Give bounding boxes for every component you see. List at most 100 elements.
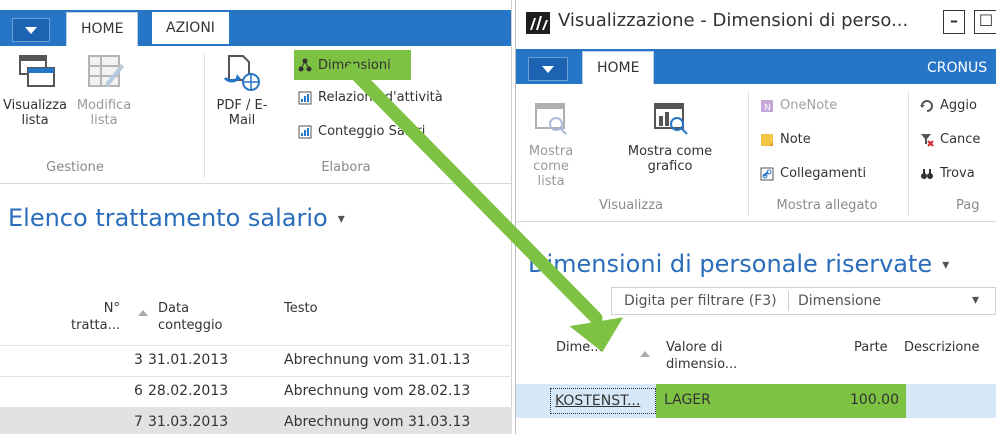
window-title: Visualizzazione - Dimensioni di perso... xyxy=(558,10,909,31)
page-title: Elenco trattamento salario ▾ xyxy=(8,204,345,232)
page-title: Dimensioni di personale riservate ▾ xyxy=(528,250,949,278)
cell-no: 3 xyxy=(134,352,143,368)
column-header-dimensione[interactable]: Dime... xyxy=(556,339,603,356)
dimensioni-label: Dimensioni xyxy=(318,57,391,73)
column-header-parte[interactable]: Parte xyxy=(854,339,888,356)
group-label-pagina: Pag xyxy=(956,198,980,213)
tab-home[interactable]: HOME xyxy=(66,12,139,46)
filter-input[interactable]: Digita per filtrare (F3) xyxy=(624,293,777,309)
cell-no: 7 xyxy=(134,414,143,430)
refresh-icon xyxy=(920,99,934,113)
dimensions-icon xyxy=(298,58,312,72)
page-title-text: Elenco trattamento salario xyxy=(8,204,328,232)
chevron-down-icon[interactable]: ▾ xyxy=(942,257,949,273)
cancella-filtro-button[interactable]: Cance xyxy=(920,132,980,147)
column-header-date-line2: conteggio xyxy=(158,318,223,333)
column-header-valore-line1: Valore di xyxy=(666,340,723,355)
page-title-text: Dimensioni di personale riservate xyxy=(528,250,933,278)
pdf-email-label-1: PDF / E- xyxy=(216,98,268,113)
report-icon xyxy=(298,91,312,105)
mostra-come-lista-label-1: Mostra xyxy=(528,144,574,159)
aggiorna-button[interactable]: Aggio xyxy=(920,98,977,113)
app-logo-icon xyxy=(526,12,550,34)
relazione-attivita-button[interactable]: Relazione d'attività xyxy=(298,90,443,105)
mostra-come-lista-button[interactable]: Mostra come lista xyxy=(520,100,582,189)
ribbon: Mostra come lista Mostra come grafico Vi… xyxy=(516,84,996,222)
maximize-button[interactable]: ☐ xyxy=(974,10,996,34)
chevron-down-icon xyxy=(542,65,554,73)
note-button[interactable]: Note xyxy=(760,132,811,147)
chevron-down-icon[interactable]: ▾ xyxy=(972,292,979,308)
payroll-list-window: HOME AZIONI Visualizza lista Modifica li… xyxy=(0,0,512,434)
cell-parte: 100.00 xyxy=(850,392,899,408)
group-label-gestione: Gestione xyxy=(46,160,104,175)
trova-label: Trova xyxy=(940,166,975,181)
ribbon-divider xyxy=(908,92,909,216)
mostra-come-grafico-label-2: grafico xyxy=(647,159,693,174)
table-row[interactable]: 3 31.01.2013 Abrechnung vom 31.01.13 xyxy=(0,345,512,374)
window-titlebar: Visualizzazione - Dimensioni di perso...… xyxy=(516,0,996,44)
minimize-button[interactable]: – xyxy=(943,10,965,34)
column-header-valore-line2: dimensio... xyxy=(666,357,738,372)
note-icon xyxy=(760,133,774,147)
cell-dimensione[interactable]: KOSTENST... xyxy=(550,388,656,414)
visualizza-lista-label-2: lista xyxy=(21,113,49,128)
tab-home[interactable]: HOME xyxy=(582,51,655,85)
cancella-filtro-label: Cance xyxy=(940,132,981,147)
trova-button[interactable]: Trova xyxy=(920,166,975,181)
pdf-email-icon xyxy=(221,54,263,92)
collegamenti-button[interactable]: Collegamenti xyxy=(760,166,866,181)
app-menu-button[interactable] xyxy=(12,18,50,42)
dimensioni-button[interactable]: Dimensioni xyxy=(294,50,411,80)
column-header-date[interactable]: Data conteggio xyxy=(158,300,223,334)
mostra-come-grafico-button[interactable]: Mostra come grafico xyxy=(620,100,720,174)
cell-valore: LAGER xyxy=(664,392,711,408)
onenote-icon: N xyxy=(760,99,774,113)
group-label-mostra-allegato: Mostra allegato xyxy=(776,198,878,213)
column-header-descrizione[interactable]: Descrizione xyxy=(904,339,980,356)
modifica-lista-button[interactable]: Modifica lista xyxy=(70,54,138,128)
modifica-lista-label-2: lista xyxy=(90,113,118,128)
onenote-label: OneNote xyxy=(780,98,838,113)
cell-text: Abrechnung vom 28.02.13 xyxy=(284,383,471,399)
collegamenti-label: Collegamenti xyxy=(780,166,867,181)
cell-date: 28.02.2013 xyxy=(148,383,229,399)
filter-bar[interactable]: Digita per filtrare (F3) Dimensione ▾ xyxy=(611,287,996,315)
column-header-no-line2: tratta... xyxy=(71,318,120,333)
column-header-valore[interactable]: Valore di dimensio... xyxy=(666,339,737,373)
chevron-down-icon[interactable]: ▾ xyxy=(338,211,345,227)
cell-date: 31.01.2013 xyxy=(148,352,229,368)
group-label-visualizza: Visualizza xyxy=(598,198,664,213)
clear-filter-icon xyxy=(920,133,934,147)
sort-ascending-icon xyxy=(640,351,650,357)
table-row-selected[interactable]: 7 31.03.2013 Abrechnung vom 31.03.13 xyxy=(0,407,512,434)
table-row[interactable]: 6 28.02.2013 Abrechnung vom 28.02.13 xyxy=(0,376,512,405)
filter-divider xyxy=(788,291,789,311)
conteggio-salari-button[interactable]: Conteggio Salari xyxy=(298,124,425,139)
report-icon xyxy=(298,125,312,139)
column-header-no[interactable]: N° tratta... xyxy=(71,300,120,334)
chevron-down-icon xyxy=(25,26,37,34)
visualizza-lista-button[interactable]: Visualizza lista xyxy=(2,54,68,128)
cell-text: Abrechnung vom 31.03.13 xyxy=(284,414,471,430)
column-header-testo[interactable]: Testo xyxy=(284,300,318,317)
edit-list-icon xyxy=(83,54,125,92)
table-row-selected[interactable]: KOSTENST... LAGER 100.00 xyxy=(516,384,996,418)
onenote-button[interactable]: N OneNote xyxy=(760,98,837,113)
chart-view-icon xyxy=(649,100,691,138)
pdf-email-label-2: Mail xyxy=(228,113,256,128)
sort-ascending-icon xyxy=(138,310,148,316)
app-menu-button[interactable] xyxy=(528,57,568,81)
tab-azioni[interactable]: AZIONI xyxy=(152,12,229,44)
list-view-icon xyxy=(14,54,56,92)
note-label: Note xyxy=(780,132,811,147)
dimensions-window: Visualizzazione - Dimensioni di perso...… xyxy=(515,0,996,434)
pdf-email-button[interactable]: PDF / E- Mail xyxy=(212,54,272,128)
cell-text: Abrechnung vom 31.01.13 xyxy=(284,352,471,368)
filter-field-select[interactable]: Dimensione xyxy=(798,293,881,309)
modifica-lista-label-1: Modifica xyxy=(76,98,132,113)
tab-cronus[interactable]: CRONUS xyxy=(927,60,987,76)
ribbon: Visualizza lista Modifica lista Gestione xyxy=(0,46,511,184)
aggiorna-label: Aggio xyxy=(940,98,977,113)
mostra-come-grafico-label-1: Mostra come xyxy=(627,144,713,159)
